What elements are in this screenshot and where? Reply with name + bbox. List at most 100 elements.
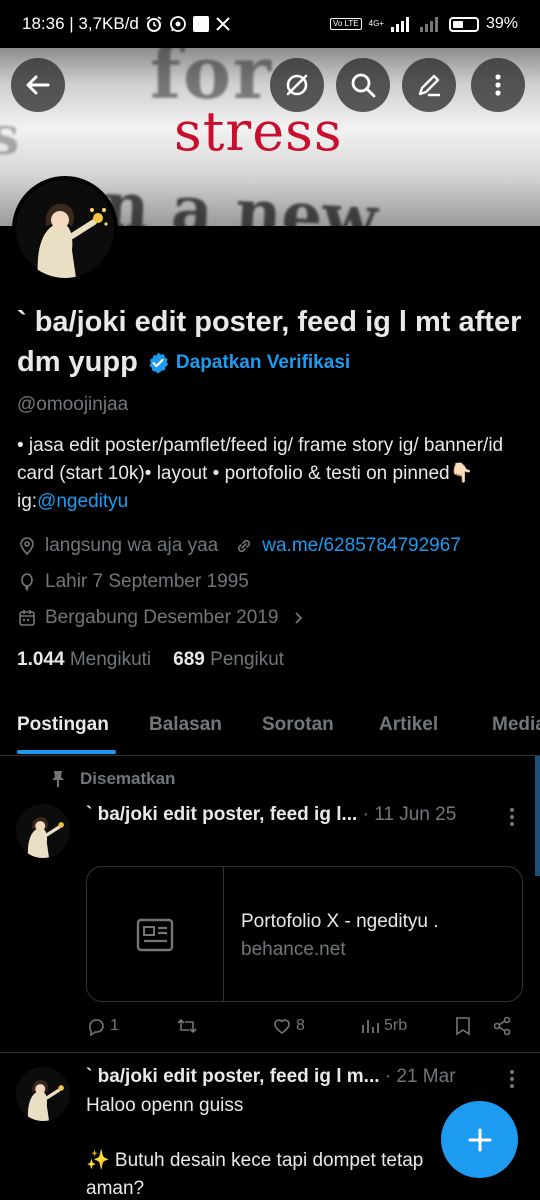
follow-stats: 1.044 Mengikuti 689 Pengikut xyxy=(17,649,284,671)
repost-icon xyxy=(177,1018,197,1034)
compose-post-button[interactable] xyxy=(441,1101,518,1178)
tab-media[interactable]: Media xyxy=(492,714,540,736)
tab-sorotan[interactable]: Sorotan xyxy=(262,714,334,736)
signal-2-icon xyxy=(419,16,442,32)
profile-avatar[interactable] xyxy=(12,176,118,282)
search-icon xyxy=(351,73,376,98)
edit-button[interactable] xyxy=(402,58,456,112)
chevron-right-icon xyxy=(295,612,303,624)
bookmark-icon xyxy=(456,1017,470,1036)
following-link[interactable]: 1.044 Mengikuti xyxy=(17,649,151,671)
post-action-bar: 1 8 5rb xyxy=(86,1016,526,1040)
banner-headline: stress xyxy=(174,100,343,163)
battery-percent: 39% xyxy=(485,15,518,32)
post-date[interactable]: · 21 Mar xyxy=(385,1066,456,1087)
pin-icon xyxy=(52,771,64,787)
post-header: ` ba/joki edit poster, feed ig l... · 11… xyxy=(86,804,456,826)
post-more-button[interactable] xyxy=(510,808,516,826)
profile-birthday: Lahir 7 September 1995 xyxy=(45,571,249,592)
avatar-illustration xyxy=(16,1067,70,1121)
card-domain: behance.net xyxy=(241,939,346,960)
signal-icon xyxy=(390,16,413,32)
tab-balasan[interactable]: Balasan xyxy=(149,714,222,736)
grok-button[interactable] xyxy=(270,58,324,112)
post-author-name[interactable]: ` ba/joki edit poster, feed ig l m... xyxy=(86,1066,380,1087)
share-button[interactable] xyxy=(492,1016,512,1036)
profile-meta-birthday-row: Lahir 7 September 1995 xyxy=(17,571,249,593)
profile-tabs: Postingan Balasan Sorotan Artikel Media xyxy=(0,700,540,756)
post-author-name[interactable]: ` ba/joki edit poster, feed ig l... xyxy=(86,804,357,825)
like-button[interactable]: 8 xyxy=(272,1016,305,1036)
profile-display-name-block: ` ba/joki edit poster, feed ig l mt afte… xyxy=(17,302,527,383)
grok-icon xyxy=(286,74,308,96)
profile-website-link[interactable]: wa.me/6285784792967 xyxy=(262,535,461,557)
repost-button[interactable] xyxy=(176,1016,198,1036)
following-label: Mengikuti xyxy=(69,649,152,670)
followers-link[interactable]: 689 Pengikut xyxy=(173,649,284,671)
status-bar: 18:36 | 3,7KB/d Vo LTE 4G+ 39% xyxy=(0,0,540,48)
post-text-line: ✨ Butuh desain kece tapi dompet tetap xyxy=(86,1150,424,1171)
network-type: 4G+ xyxy=(368,19,384,28)
link-icon xyxy=(238,539,251,553)
search-button[interactable] xyxy=(336,58,390,112)
reply-button[interactable]: 1 xyxy=(86,1016,119,1036)
get-verified-link[interactable]: Dapatkan Verifikasi xyxy=(146,343,350,383)
share-icon xyxy=(493,1016,511,1036)
heart-icon xyxy=(274,1019,290,1034)
following-count: 1.044 xyxy=(17,649,65,670)
post-more-button[interactable] xyxy=(510,1070,516,1088)
profile-bio: • jasa edit poster/pamflet/feed ig/ fram… xyxy=(17,432,527,516)
plus-icon xyxy=(468,1128,491,1151)
scrollbar[interactable] xyxy=(535,756,540,876)
link-preview-card[interactable]: Portofolio X - ngedityu . behance.net xyxy=(86,866,523,1002)
views-chart-icon xyxy=(362,1020,379,1033)
notification-square-icon xyxy=(192,16,209,32)
get-verified-label: Dapatkan Verifikasi xyxy=(175,352,351,374)
profile-meta-joined-row[interactable]: Bergabung Desember 2019 xyxy=(17,607,306,629)
card-title: Portofolio X - ngedityu . xyxy=(241,911,439,932)
location-pin-icon xyxy=(20,537,34,556)
banner-ghost-text: s xyxy=(0,106,26,167)
battery-icon xyxy=(448,16,479,32)
reply-count: 1 xyxy=(110,1017,119,1034)
arrow-left-icon xyxy=(26,75,50,95)
pinned-label-row: Disematkan xyxy=(50,769,175,789)
like-count: 8 xyxy=(296,1017,305,1034)
x-logo-icon xyxy=(215,16,231,32)
pencil-icon xyxy=(418,74,441,97)
reply-icon xyxy=(89,1019,104,1036)
profile-handle: @omoojinjaa xyxy=(17,394,129,415)
balloon-icon xyxy=(21,573,33,591)
views-button[interactable]: 5rb xyxy=(360,1016,407,1036)
post-text-line: Haloo openn guiss xyxy=(86,1095,244,1116)
views-count: 5rb xyxy=(384,1017,408,1034)
pinned-label: Disematkan xyxy=(80,769,176,788)
active-tab-indicator xyxy=(17,750,116,754)
more-options-button[interactable] xyxy=(471,58,525,112)
profile-joined: Bergabung Desember 2019 xyxy=(45,607,279,628)
followers-label: Pengikut xyxy=(210,649,285,670)
post-header: ` ba/joki edit poster, feed ig l m... · … xyxy=(86,1066,456,1088)
alarm-icon xyxy=(145,15,163,33)
avatar-illustration xyxy=(16,804,70,858)
calendar-icon xyxy=(19,610,35,626)
post-date[interactable]: · 11 Jun 25 xyxy=(363,804,457,825)
back-button[interactable] xyxy=(11,58,65,112)
post-divider xyxy=(0,1052,540,1053)
post-text-line: aman? xyxy=(86,1178,145,1199)
post-author-avatar[interactable] xyxy=(16,1067,70,1121)
tab-postingan[interactable]: Postingan xyxy=(17,714,109,736)
followers-count: 689 xyxy=(173,649,205,670)
verified-badge-icon xyxy=(149,352,169,374)
article-icon xyxy=(136,918,174,952)
volte-indicator: Vo LTE xyxy=(329,18,362,30)
whatsapp-icon xyxy=(169,15,187,33)
tab-artikel[interactable]: Artikel xyxy=(379,714,438,736)
bio-instagram-link[interactable]: @ngedityu xyxy=(37,491,128,512)
profile-meta-location-row: langsung wa aja yaa wa.me/6285784792967 xyxy=(17,535,461,557)
post-author-avatar[interactable] xyxy=(16,804,70,858)
profile-location: langsung wa aja yaa xyxy=(45,535,219,556)
status-time-speed: 18:36 | 3,7KB/d xyxy=(22,14,139,33)
bookmark-button[interactable] xyxy=(454,1016,472,1036)
avatar-illustration xyxy=(16,180,114,278)
